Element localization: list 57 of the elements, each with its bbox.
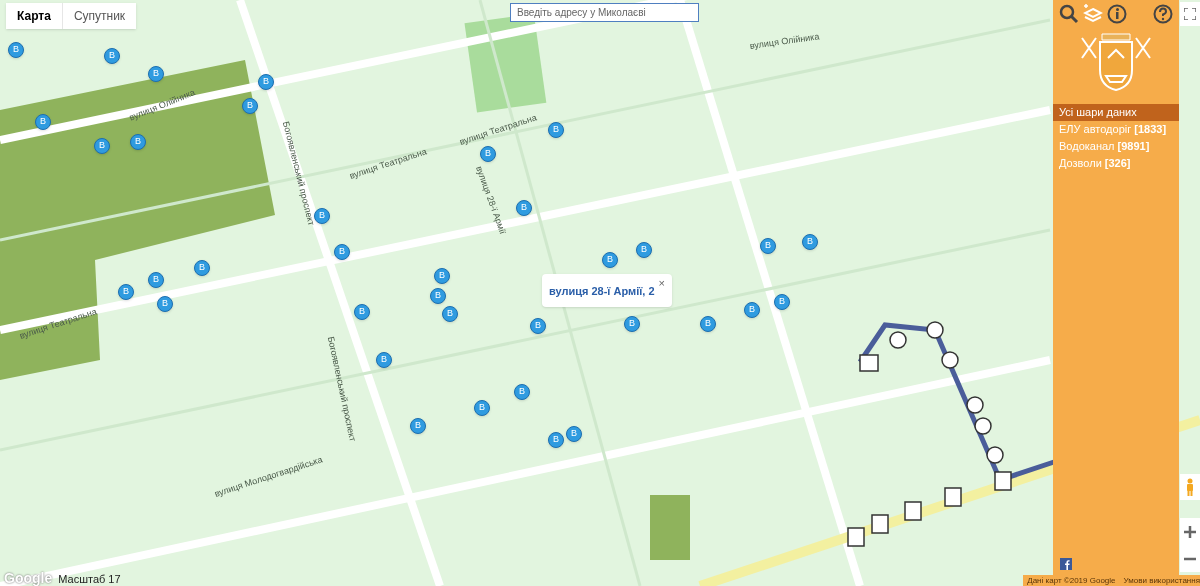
popup-address: вулиця 28-ї Армії, 2	[549, 284, 655, 299]
map-marker[interactable]: В	[530, 318, 546, 334]
map-scale: Масштаб 17	[58, 571, 121, 586]
map-marker[interactable]: В	[774, 294, 790, 310]
map-marker[interactable]: В	[434, 268, 450, 284]
map-marker[interactable]: В	[548, 432, 564, 448]
map-marker[interactable]: В	[624, 316, 640, 332]
map-marker[interactable]: В	[157, 296, 173, 312]
map-marker[interactable]: В	[802, 234, 818, 250]
zoom-in-icon[interactable]	[1184, 525, 1196, 538]
fullscreen-button[interactable]	[1180, 2, 1200, 26]
map-attribution: Дані карт ©2019 Google	[1027, 575, 1116, 586]
fullscreen-icon	[1184, 8, 1196, 20]
map-marker[interactable]: В	[258, 74, 274, 90]
terms-link[interactable]: Умови використання	[1123, 575, 1200, 586]
search-icon[interactable]	[1059, 4, 1079, 24]
map-marker[interactable]: В	[516, 200, 532, 216]
map-marker[interactable]: В	[410, 418, 426, 434]
map-marker[interactable]: В	[442, 306, 458, 322]
map-type-tab[interactable]: Супутник	[61, 3, 137, 29]
park-area	[650, 495, 690, 560]
map-marker[interactable]: В	[700, 316, 716, 332]
map-marker[interactable]: В	[376, 352, 392, 368]
help-icon[interactable]	[1153, 4, 1173, 24]
layer-item[interactable]: Дозволи [326]	[1053, 155, 1179, 172]
map-marker[interactable]: В	[354, 304, 370, 320]
map-marker[interactable]: В	[474, 400, 490, 416]
map-marker[interactable]: В	[148, 66, 164, 82]
street-label: вулиця Олійника	[749, 30, 821, 53]
facebook-icon[interactable]	[1060, 558, 1072, 570]
close-button[interactable]: ×	[658, 278, 665, 288]
map-marker[interactable]: В	[148, 272, 164, 288]
map-marker[interactable]: В	[8, 42, 24, 58]
map-marker[interactable]: В	[194, 260, 210, 276]
layer-item[interactable]: Водоканал [9891]	[1053, 138, 1179, 155]
google-logo: Google	[4, 569, 53, 586]
layer-item[interactable]: Усі шари даних	[1053, 104, 1179, 121]
map-marker[interactable]: В	[104, 48, 120, 64]
address-search-field[interactable]: Введіть адресу у Миколаєві	[510, 3, 699, 22]
map-marker[interactable]: В	[430, 288, 446, 304]
map-marker[interactable]: В	[602, 252, 618, 268]
map-marker[interactable]: В	[118, 284, 134, 300]
map-marker[interactable]: В	[242, 98, 258, 114]
map-marker[interactable]: В	[636, 242, 652, 258]
layer-item[interactable]: ЕЛУ автодоріг [1833]	[1053, 121, 1179, 138]
map-type-tab[interactable]: Карта	[6, 3, 62, 29]
street-label: вулиця 28-ї Армії	[473, 164, 509, 237]
pegman-icon	[1185, 478, 1195, 496]
map-marker[interactable]: В	[760, 238, 776, 254]
map-marker[interactable]: В	[480, 146, 496, 162]
map-marker[interactable]: В	[314, 208, 330, 224]
map-marker[interactable]: В	[334, 244, 350, 260]
map-marker[interactable]: В	[566, 426, 582, 442]
info-icon[interactable]	[1107, 4, 1127, 24]
map-marker[interactable]: В	[514, 384, 530, 400]
map-marker[interactable]: В	[744, 302, 760, 318]
map-marker[interactable]: В	[548, 122, 564, 138]
